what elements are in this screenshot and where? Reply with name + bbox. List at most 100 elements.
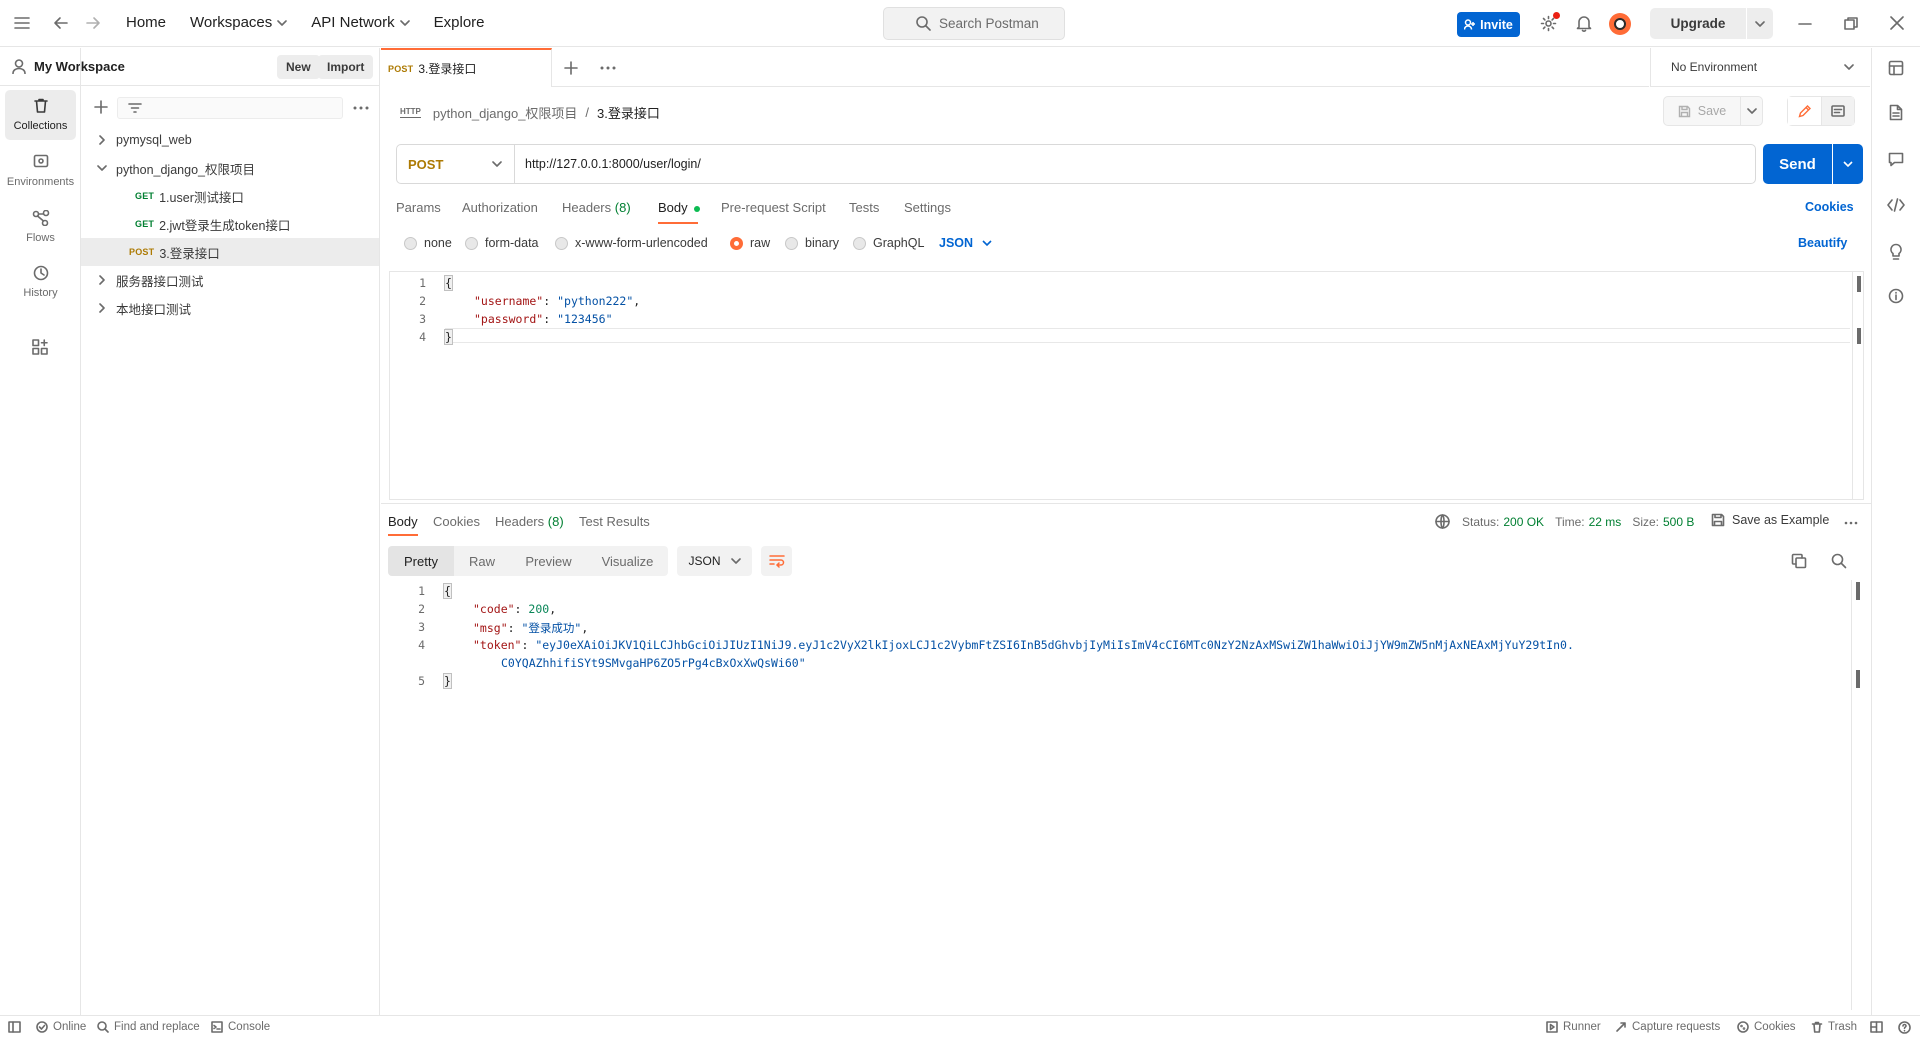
pane-divider[interactable] [381, 503, 1871, 504]
view-preview[interactable]: Preview [510, 546, 587, 576]
radio-form-data[interactable]: form-data [465, 236, 539, 250]
cookies-link[interactable]: Cookies [1805, 200, 1854, 214]
documentation-icon[interactable] [1889, 104, 1903, 121]
pencil-icon[interactable] [1788, 97, 1822, 125]
minimize-icon[interactable] [1798, 17, 1812, 31]
console-button[interactable]: Console [211, 1021, 270, 1033]
tab-settings[interactable]: Settings [904, 200, 951, 215]
breadcrumb-parent[interactable]: python_django_权限项目 [433, 103, 578, 122]
tab-request[interactable]: POST 3.登录接口 [381, 48, 552, 87]
more-icon[interactable] [353, 106, 369, 110]
search-input[interactable]: Search Postman [883, 7, 1065, 40]
nav-api-network[interactable]: API Network [311, 14, 410, 31]
scrollbar-thumb[interactable] [1857, 276, 1861, 292]
new-button[interactable]: New [277, 55, 320, 79]
send-button[interactable]: Send [1763, 144, 1832, 184]
tree-folder[interactable]: 本地接口测试 [81, 294, 379, 322]
two-pane-icon[interactable] [1870, 1021, 1883, 1033]
view-visualize[interactable]: Visualize [587, 546, 668, 576]
url-input[interactable]: http://127.0.0.1:8000/user/login/ [525, 157, 1755, 171]
tree-folder[interactable]: pymysql_web [81, 126, 379, 154]
nav-workspaces[interactable]: Workspaces [190, 14, 288, 31]
upgrade-dropdown[interactable] [1747, 8, 1773, 39]
comments-icon[interactable] [1888, 151, 1904, 167]
toggle-sidebar-icon[interactable] [8, 1021, 21, 1033]
editor-scrollbar[interactable] [1852, 272, 1853, 500]
environment-quicklook-icon[interactable] [1888, 60, 1904, 76]
forward-arrow-icon[interactable] [85, 16, 101, 30]
rail-environments[interactable]: Environments [5, 146, 76, 196]
upgrade-button[interactable]: Upgrade [1650, 8, 1746, 39]
scrollbar-thumb[interactable] [1856, 582, 1860, 600]
response-tab-body[interactable]: Body [388, 514, 418, 529]
environment-select[interactable]: No Environment [1650, 48, 1870, 87]
nav-explore[interactable]: Explore [434, 14, 485, 31]
save-button[interactable]: Save [1663, 96, 1741, 126]
response-tab-cookies[interactable]: Cookies [433, 514, 480, 529]
status-value[interactable]: 200 OK [1503, 515, 1544, 529]
radio-binary[interactable]: binary [785, 236, 839, 250]
tab-headers[interactable]: Headers (8) [562, 200, 631, 215]
menu-icon[interactable] [14, 16, 30, 30]
response-format-select[interactable]: JSON [677, 546, 752, 576]
back-arrow-icon[interactable] [53, 16, 69, 30]
rail-collections[interactable]: Collections [5, 90, 76, 140]
format-select[interactable]: JSON [939, 236, 992, 250]
response-tab-tests[interactable]: Test Results [579, 514, 650, 529]
edit-toggle[interactable] [1787, 96, 1855, 126]
response-tab-headers[interactable]: Headers (8) [495, 514, 564, 529]
tree-folder[interactable]: python_django_权限项目 [81, 154, 379, 182]
tab-params[interactable]: Params [396, 200, 441, 215]
tree-request[interactable]: GET 2.jwt登录生成token接口 [81, 210, 379, 238]
tab-authorization[interactable]: Authorization [462, 200, 538, 215]
scrollbar-thumb[interactable] [1857, 328, 1861, 344]
method-select[interactable]: POST [397, 145, 515, 183]
plus-icon[interactable] [94, 100, 108, 114]
info-icon[interactable] [1888, 288, 1904, 304]
tab-tests[interactable]: Tests [849, 200, 879, 215]
close-icon[interactable] [1890, 16, 1904, 30]
radio-none[interactable]: none [404, 236, 452, 250]
find-replace-button[interactable]: Find and replace [97, 1021, 200, 1033]
cookies-button[interactable]: Cookies [1737, 1021, 1796, 1033]
tab-body[interactable]: Body [658, 200, 701, 215]
save-dropdown[interactable] [1741, 96, 1763, 126]
lightbulb-icon[interactable] [1889, 243, 1903, 261]
tree-folder[interactable]: 服务器接口测试 [81, 266, 379, 294]
tree-request[interactable]: POST 3.登录接口 [81, 238, 379, 266]
scrollbar-thumb[interactable] [1856, 670, 1860, 688]
time-value[interactable]: 22 ms [1589, 515, 1622, 529]
tab-prerequest[interactable]: Pre-request Script [721, 200, 826, 215]
rail-history[interactable]: History [5, 257, 76, 307]
trash-button[interactable]: Trash [1811, 1021, 1857, 1033]
code-icon[interactable] [1887, 198, 1905, 212]
avatar[interactable] [1609, 13, 1631, 35]
wrap-lines-button[interactable] [761, 546, 792, 576]
new-tab-icon[interactable] [564, 61, 578, 75]
beautify-link[interactable]: Beautify [1798, 236, 1847, 250]
import-button[interactable]: Import [318, 55, 374, 79]
response-more-icon[interactable] [1844, 521, 1858, 525]
rail-flows[interactable]: Flows [5, 202, 76, 252]
request-body-editor[interactable]: 1 2 3 4 { "username": "python222", "pass… [389, 271, 1864, 500]
view-pretty[interactable]: Pretty [388, 546, 454, 576]
invite-button[interactable]: Invite [1457, 12, 1520, 37]
settings-icon[interactable] [1540, 12, 1560, 32]
copy-icon[interactable] [1791, 553, 1807, 569]
filter-input[interactable] [117, 97, 343, 119]
tree-request[interactable]: GET 1.user测试接口 [81, 182, 379, 210]
search-icon[interactable] [1831, 553, 1847, 569]
nav-home[interactable]: Home [126, 14, 166, 31]
configure-workspace-icon[interactable] [32, 339, 48, 355]
online-status[interactable]: Online [36, 1021, 86, 1033]
save-as-example-button[interactable]: Save as Example [1711, 513, 1829, 527]
maximize-icon[interactable] [1844, 17, 1858, 31]
send-dropdown[interactable] [1833, 144, 1863, 184]
response-body-viewer[interactable]: 1 2 3 4 5 { "code": 200, "msg": "登录成功", … [389, 580, 1864, 1012]
capture-requests-button[interactable]: Capture requests [1615, 1021, 1720, 1033]
response-scrollbar[interactable] [1851, 580, 1852, 1010]
radio-graphql[interactable]: GraphQL [853, 236, 924, 250]
runner-button[interactable]: Runner [1546, 1021, 1601, 1033]
comment-view-icon[interactable] [1821, 97, 1854, 125]
bell-icon[interactable] [1576, 15, 1592, 32]
